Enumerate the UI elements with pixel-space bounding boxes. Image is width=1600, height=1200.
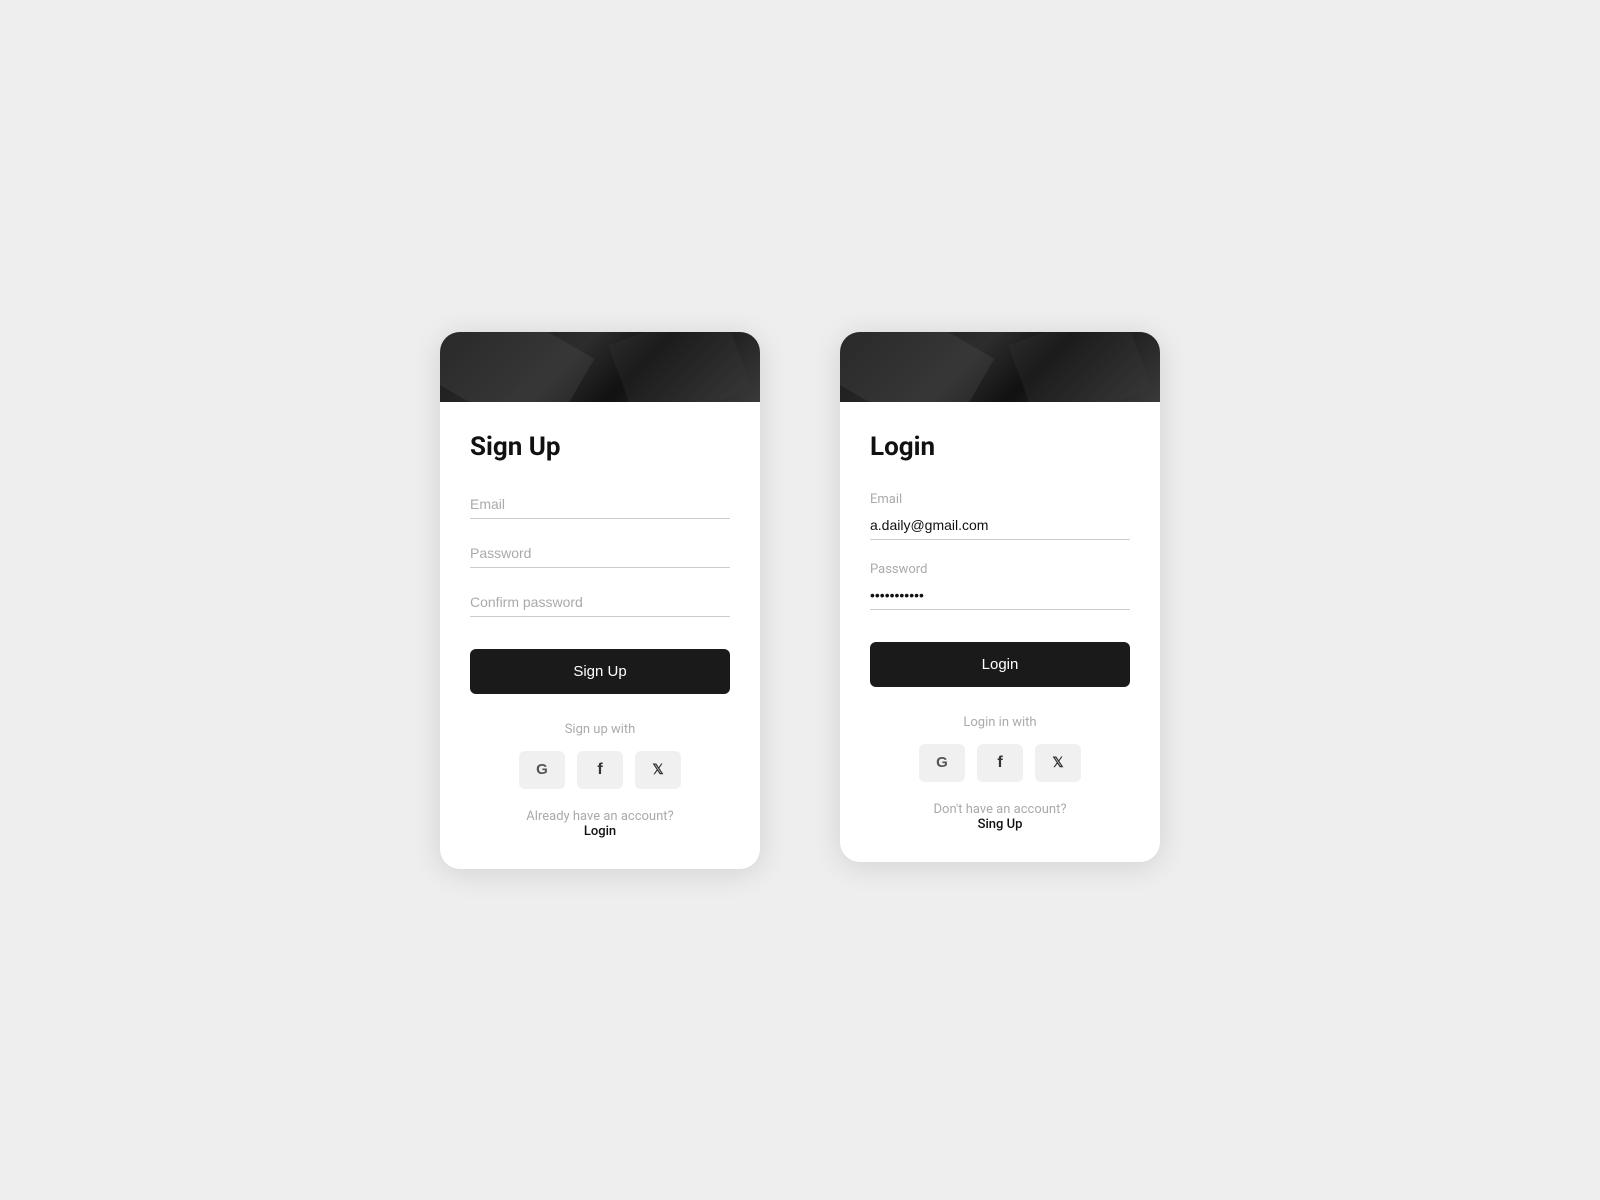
login-header	[840, 332, 1160, 402]
facebook-icon: f	[997, 754, 1002, 772]
signup-card: Sign Up Sign Up Sign up with G f	[440, 332, 760, 869]
login-card: Login Email Password Login Login in with…	[840, 332, 1160, 862]
page-wrapper: Sign Up Sign Up Sign up with G f	[440, 332, 1160, 869]
signup-login-link[interactable]: Login	[470, 824, 730, 839]
login-twitter-button[interactable]: 𝕏	[1035, 744, 1081, 782]
signup-email-input[interactable]	[470, 492, 730, 519]
twitter-icon: 𝕏	[1052, 754, 1063, 771]
signup-social-section: Sign up with G f 𝕏 Already have an accou…	[470, 722, 730, 839]
signup-body: Sign Up Sign Up Sign up with G f	[440, 402, 760, 869]
signup-footer: Already have an account? Login	[470, 809, 730, 839]
login-social-label: Login in with	[870, 715, 1130, 730]
signup-google-button[interactable]: G	[519, 751, 565, 789]
signup-confirm-password-group	[470, 590, 730, 617]
signup-button[interactable]: Sign Up	[470, 649, 730, 694]
signup-password-group	[470, 541, 730, 568]
login-email-group: Email	[870, 492, 1130, 540]
facebook-icon: f	[597, 761, 602, 779]
signup-password-input[interactable]	[470, 541, 730, 568]
signup-confirm-password-input[interactable]	[470, 590, 730, 617]
login-facebook-button[interactable]: f	[977, 744, 1023, 782]
login-password-group: Password	[870, 562, 1130, 610]
signup-social-label: Sign up with	[470, 722, 730, 737]
login-title: Login	[870, 432, 1130, 462]
google-icon: G	[936, 754, 948, 771]
login-body: Login Email Password Login Login in with…	[840, 402, 1160, 862]
signup-social-buttons: G f 𝕏	[470, 751, 730, 789]
login-signup-link[interactable]: Sing Up	[870, 817, 1130, 832]
login-google-button[interactable]: G	[919, 744, 965, 782]
twitter-icon: 𝕏	[652, 761, 663, 778]
google-icon: G	[536, 761, 548, 778]
login-social-buttons: G f 𝕏	[870, 744, 1130, 782]
login-email-input[interactable]	[870, 513, 1130, 540]
login-button[interactable]: Login	[870, 642, 1130, 687]
signup-footer-question: Already have an account?	[526, 809, 673, 824]
login-email-label: Email	[870, 492, 1130, 507]
login-footer-question: Don't have an account?	[934, 802, 1067, 817]
signup-email-group	[470, 492, 730, 519]
login-password-input[interactable]	[870, 583, 1130, 610]
login-footer: Don't have an account? Sing Up	[870, 802, 1130, 832]
signup-twitter-button[interactable]: 𝕏	[635, 751, 681, 789]
signup-header	[440, 332, 760, 402]
signup-facebook-button[interactable]: f	[577, 751, 623, 789]
login-social-section: Login in with G f 𝕏 Don't have an accoun…	[870, 715, 1130, 832]
signup-title: Sign Up	[470, 432, 730, 462]
login-password-label: Password	[870, 562, 1130, 577]
